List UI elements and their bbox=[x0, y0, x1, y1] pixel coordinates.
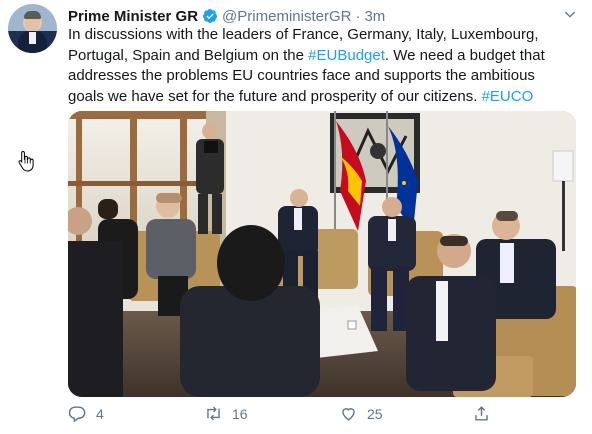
tweet-actions: 4 16 25 bbox=[68, 404, 576, 426]
separator-dot: · bbox=[355, 7, 361, 25]
share-icon bbox=[475, 406, 488, 421]
retweet-icon bbox=[207, 406, 220, 421]
like-count: 25 bbox=[367, 405, 383, 422]
reply-count: 4 bbox=[96, 405, 104, 422]
tweet[interactable]: Prime Minister GR @PrimeministerGR · 3m … bbox=[0, 0, 592, 434]
tweet-text: In discussions with the leaders of Franc… bbox=[68, 25, 573, 107]
tweet-header: Prime Minister GR @PrimeministerGR · 3m bbox=[68, 6, 385, 26]
share-button[interactable] bbox=[472, 404, 500, 423]
like-button[interactable]: 25 bbox=[339, 404, 383, 423]
reply-button[interactable]: 4 bbox=[68, 404, 104, 423]
author-handle[interactable]: @PrimeministerGR bbox=[222, 8, 351, 25]
hand-cursor-icon bbox=[18, 150, 34, 172]
tweet-timestamp[interactable]: 3m bbox=[364, 8, 385, 25]
retweet-button[interactable]: 16 bbox=[204, 404, 248, 423]
tweet-photo[interactable] bbox=[68, 111, 576, 397]
like-icon bbox=[342, 408, 355, 421]
hashtag-eubudget[interactable]: #EUBudget bbox=[308, 47, 385, 64]
author-name[interactable]: Prime Minister GR bbox=[68, 8, 198, 25]
chevron-down-icon[interactable] bbox=[562, 6, 578, 22]
retweet-count: 16 bbox=[232, 405, 248, 422]
author-avatar[interactable] bbox=[8, 4, 57, 53]
reply-icon bbox=[68, 406, 86, 423]
verified-badge-icon bbox=[203, 9, 218, 23]
hashtag-euco[interactable]: #EUCO bbox=[482, 88, 534, 105]
